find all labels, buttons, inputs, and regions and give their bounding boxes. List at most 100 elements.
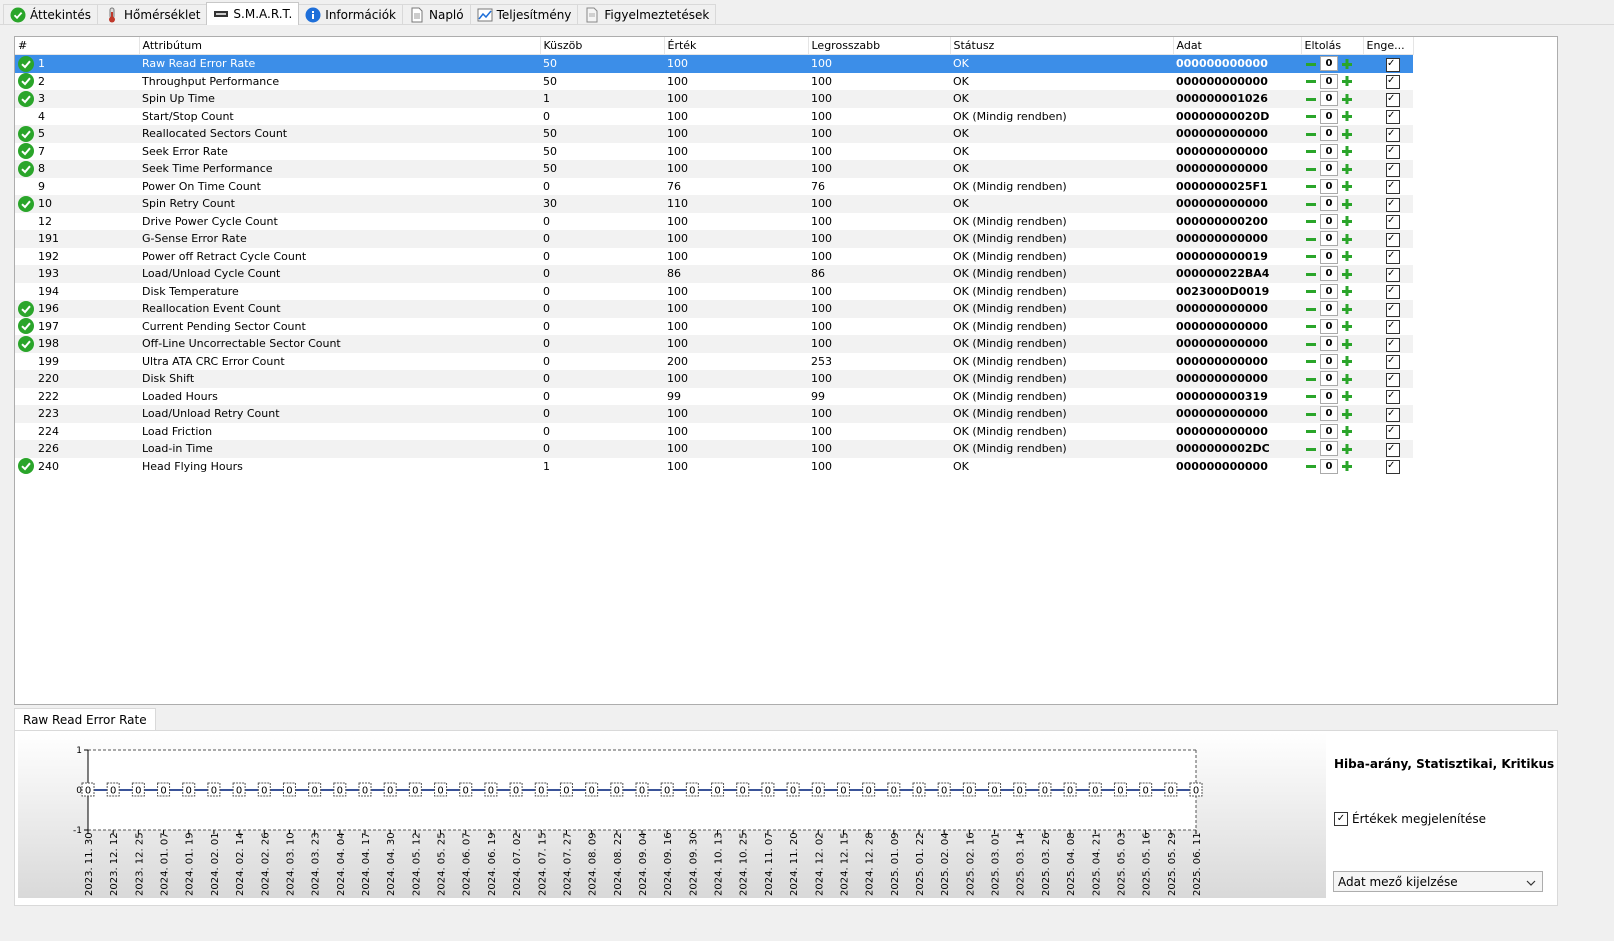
- tab-thermometer[interactable]: Hőmérséklet: [97, 4, 208, 25]
- plus-icon[interactable]: [1340, 214, 1354, 228]
- enabled-checkbox[interactable]: ✓: [1386, 267, 1400, 282]
- minus-icon[interactable]: [1304, 407, 1318, 421]
- table-row[interactable]: 198 Off-Line Uncorrectable Sector Count 0 1…: [15, 335, 1413, 353]
- offset-value[interactable]: 0: [1320, 73, 1338, 89]
- offset-value[interactable]: 0: [1320, 213, 1338, 229]
- table-row[interactable]: 240 Head Flying Hours 1 100 100 OK 00000000000…: [15, 458, 1413, 476]
- minus-icon[interactable]: [1304, 389, 1318, 403]
- enabled-checkbox[interactable]: ✓: [1386, 197, 1400, 212]
- offset-value[interactable]: 0: [1320, 318, 1338, 334]
- offset-value[interactable]: 0: [1320, 441, 1338, 457]
- column-header[interactable]: Státusz: [950, 37, 1174, 55]
- table-row[interactable]: 12 Drive Power Cycle Count 0 100 100 OK (Mind…: [15, 213, 1413, 231]
- offset-value[interactable]: 0: [1320, 91, 1338, 107]
- plus-icon[interactable]: [1340, 179, 1354, 193]
- minus-icon[interactable]: [1304, 424, 1318, 438]
- table-row[interactable]: 224 Load Friction 0 100 100 OK (Mindig rendbe…: [15, 423, 1413, 441]
- enabled-checkbox[interactable]: ✓: [1386, 285, 1400, 300]
- offset-value[interactable]: 0: [1320, 388, 1338, 404]
- minus-icon[interactable]: [1304, 214, 1318, 228]
- minus-icon[interactable]: [1304, 249, 1318, 263]
- minus-icon[interactable]: [1304, 337, 1318, 351]
- column-header[interactable]: Attribútum: [139, 37, 541, 55]
- enabled-checkbox[interactable]: ✓: [1386, 162, 1400, 177]
- minus-icon[interactable]: [1304, 162, 1318, 176]
- table-row[interactable]: 194 Disk Temperature 0 100 100 OK (Mindig ren…: [15, 283, 1413, 301]
- minus-icon[interactable]: [1304, 442, 1318, 456]
- offset-value[interactable]: 0: [1320, 301, 1338, 317]
- column-header[interactable]: Érték: [664, 37, 809, 55]
- minus-icon[interactable]: [1304, 354, 1318, 368]
- plus-icon[interactable]: [1340, 92, 1354, 106]
- plus-icon[interactable]: [1340, 144, 1354, 158]
- enabled-checkbox[interactable]: ✓: [1386, 57, 1400, 72]
- enabled-checkbox[interactable]: ✓: [1386, 407, 1400, 422]
- minus-icon[interactable]: [1304, 232, 1318, 246]
- table-row[interactable]: 193 Load/Unload Cycle Count 0 86 86 OK (Mindi…: [15, 265, 1413, 283]
- enabled-checkbox[interactable]: ✓: [1386, 337, 1400, 352]
- tab-green-check[interactable]: Áttekintés: [3, 4, 99, 25]
- plus-icon[interactable]: [1340, 389, 1354, 403]
- enabled-checkbox[interactable]: ✓: [1386, 442, 1400, 457]
- enabled-checkbox[interactable]: ✓: [1386, 145, 1400, 160]
- offset-value[interactable]: 0: [1320, 283, 1338, 299]
- offset-value[interactable]: 0: [1320, 126, 1338, 142]
- plus-icon[interactable]: [1340, 407, 1354, 421]
- enabled-checkbox[interactable]: ✓: [1386, 180, 1400, 195]
- plus-icon[interactable]: [1340, 162, 1354, 176]
- offset-value[interactable]: 0: [1320, 178, 1338, 194]
- column-header[interactable]: Küszöb: [540, 37, 665, 55]
- plus-icon[interactable]: [1340, 424, 1354, 438]
- tab-document[interactable]: Napló: [401, 4, 471, 25]
- chart-tab[interactable]: Raw Read Error Rate: [14, 708, 156, 730]
- plus-icon[interactable]: [1340, 109, 1354, 123]
- offset-value[interactable]: 0: [1320, 56, 1338, 72]
- minus-icon[interactable]: [1304, 197, 1318, 211]
- table-row[interactable]: 196 Reallocation Event Count 0 100 100 OK (Mi…: [15, 300, 1413, 318]
- table-row[interactable]: 3 Spin Up Time 1 100 100 OK 000000001026 0 ✓: [15, 90, 1413, 108]
- plus-icon[interactable]: [1340, 337, 1354, 351]
- minus-icon[interactable]: [1304, 92, 1318, 106]
- minus-icon[interactable]: [1304, 144, 1318, 158]
- table-row[interactable]: 191 G-Sense Error Rate 0 100 100 OK (Mindig r…: [15, 230, 1413, 248]
- offset-value[interactable]: 0: [1320, 248, 1338, 264]
- plus-icon[interactable]: [1340, 442, 1354, 456]
- plus-icon[interactable]: [1340, 267, 1354, 281]
- table-row[interactable]: 223 Load/Unload Retry Count 0 100 100 OK (Min…: [15, 405, 1413, 423]
- plus-icon[interactable]: [1340, 127, 1354, 141]
- column-header[interactable]: Eltolás: [1301, 37, 1364, 55]
- minus-icon[interactable]: [1304, 74, 1318, 88]
- checkbox-checked-icon[interactable]: ✓: [1334, 812, 1348, 826]
- table-row[interactable]: 197 Current Pending Sector Count 0 100 100 OK…: [15, 318, 1413, 336]
- table-row[interactable]: 1 Raw Read Error Rate 50 100 100 OK 0000000000…: [15, 54, 1413, 73]
- plus-icon[interactable]: [1340, 459, 1354, 473]
- tab-smart[interactable]: S.M.A.R.T.: [206, 2, 300, 25]
- column-header[interactable]: Enge...: [1363, 37, 1414, 55]
- minus-icon[interactable]: [1304, 319, 1318, 333]
- table-row[interactable]: 192 Power off Retract Cycle Count 0 100 100 O…: [15, 248, 1413, 266]
- plus-icon[interactable]: [1340, 74, 1354, 88]
- enabled-checkbox[interactable]: ✓: [1386, 215, 1400, 230]
- plus-icon[interactable]: [1340, 302, 1354, 316]
- offset-value[interactable]: 0: [1320, 336, 1338, 352]
- table-row[interactable]: 2 Throughput Performance 50 100 100 OK 0000000…: [15, 73, 1413, 91]
- column-header[interactable]: #: [15, 37, 140, 55]
- offset-value[interactable]: 0: [1320, 353, 1338, 369]
- offset-value[interactable]: 0: [1320, 458, 1338, 474]
- table-row[interactable]: 226 Load-in Time 0 100 100 OK (Mindig rendben…: [15, 440, 1413, 458]
- show-values-checkbox[interactable]: ✓ Értékek megjelenítése: [1334, 812, 1486, 826]
- offset-value[interactable]: 0: [1320, 231, 1338, 247]
- offset-value[interactable]: 0: [1320, 406, 1338, 422]
- table-row[interactable]: 5 Reallocated Sectors Count 50 100 100 OK 0000…: [15, 125, 1413, 143]
- table-row[interactable]: 10 Spin Retry Count 30 110 100 OK 000000000000…: [15, 195, 1413, 213]
- enabled-checkbox[interactable]: ✓: [1386, 425, 1400, 440]
- table-row[interactable]: 7 Seek Error Rate 50 100 100 OK 000000000000 0 ✓: [15, 143, 1413, 161]
- enabled-checkbox[interactable]: ✓: [1386, 92, 1400, 107]
- table-row[interactable]: 9 Power On Time Count 0 76 76 OK (Mindig rend…: [15, 178, 1413, 196]
- offset-value[interactable]: 0: [1320, 371, 1338, 387]
- column-header[interactable]: Adat: [1173, 37, 1302, 55]
- table-row[interactable]: 4 Start/Stop Count 0 100 100 OK (Mindig rendb…: [15, 108, 1413, 126]
- table-row[interactable]: 220 Disk Shift 0 100 100 OK (Mindig rendben) 0…: [15, 370, 1413, 388]
- enabled-checkbox[interactable]: ✓: [1386, 390, 1400, 405]
- plus-icon[interactable]: [1340, 232, 1354, 246]
